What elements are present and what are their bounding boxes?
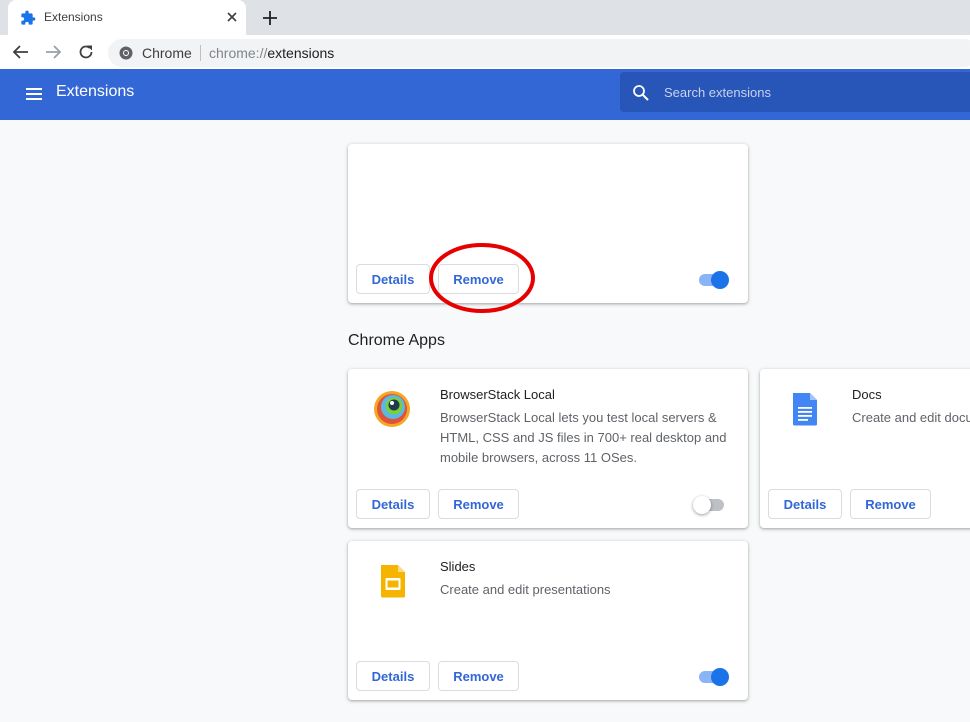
search-box[interactable] [620,72,970,112]
search-icon [633,85,649,101]
omnibox-divider [200,45,201,61]
details-button[interactable]: Details [356,661,430,691]
tab-strip: Extensions [0,0,970,35]
app-card-browserstack-local: BrowserStack Local BrowserStack Local le… [348,369,748,528]
app-name: BrowserStack Local [440,387,555,402]
address-bar[interactable]: Chrome chrome://extensions [108,39,970,67]
forward-icon[interactable] [44,43,62,61]
reload-icon[interactable] [77,43,95,61]
section-title-chrome-apps: Chrome Apps [348,332,445,349]
details-button[interactable]: Details [768,489,842,519]
details-button[interactable]: Details [356,489,430,519]
app-description: Create and edit documents [852,410,970,425]
url-text: chrome://extensions [209,45,334,61]
browserstack-icon [374,391,410,427]
toggle-knob [711,668,729,686]
chrome-icon [119,46,133,60]
app-enable-toggle[interactable] [696,667,730,687]
tab-extensions[interactable]: Extensions [8,0,246,35]
new-tab-icon[interactable] [260,8,280,28]
toggle-knob [693,496,711,514]
extensions-header: Extensions [0,69,970,120]
page-title: Extensions [56,83,135,100]
remove-button[interactable]: Remove [438,661,519,691]
hamburger-menu-icon[interactable] [24,84,44,104]
docs-icon [793,393,817,426]
browser-toolbar: Chrome chrome://extensions [0,35,970,70]
extension-card: Details Remove [348,144,748,303]
app-name: Slides [440,559,476,574]
remove-button[interactable]: Remove [438,264,519,294]
slides-icon [381,565,405,598]
app-card-slides: Slides Create and edit presentations Det… [348,541,748,700]
app-name: Docs [852,387,882,402]
back-icon[interactable] [12,43,30,61]
remove-button[interactable]: Remove [850,489,931,519]
search-input[interactable] [664,72,954,112]
remove-button[interactable]: Remove [438,489,519,519]
app-card-docs: Docs Create and edit documents Details R… [760,369,970,528]
details-button[interactable]: Details [356,264,430,294]
app-description: Create and edit presentations [440,582,611,597]
extension-enable-toggle[interactable] [696,270,730,290]
toggle-knob [711,271,729,289]
tab-title: Extensions [44,10,103,24]
puzzle-piece-icon [21,10,36,25]
close-icon[interactable] [224,9,240,25]
app-enable-toggle[interactable] [693,495,727,515]
omnibox-label: Chrome [142,45,192,61]
app-description: BrowserStack Local lets you test local s… [440,410,727,465]
url-host: extensions [267,45,335,61]
url-scheme: chrome:// [209,45,268,61]
